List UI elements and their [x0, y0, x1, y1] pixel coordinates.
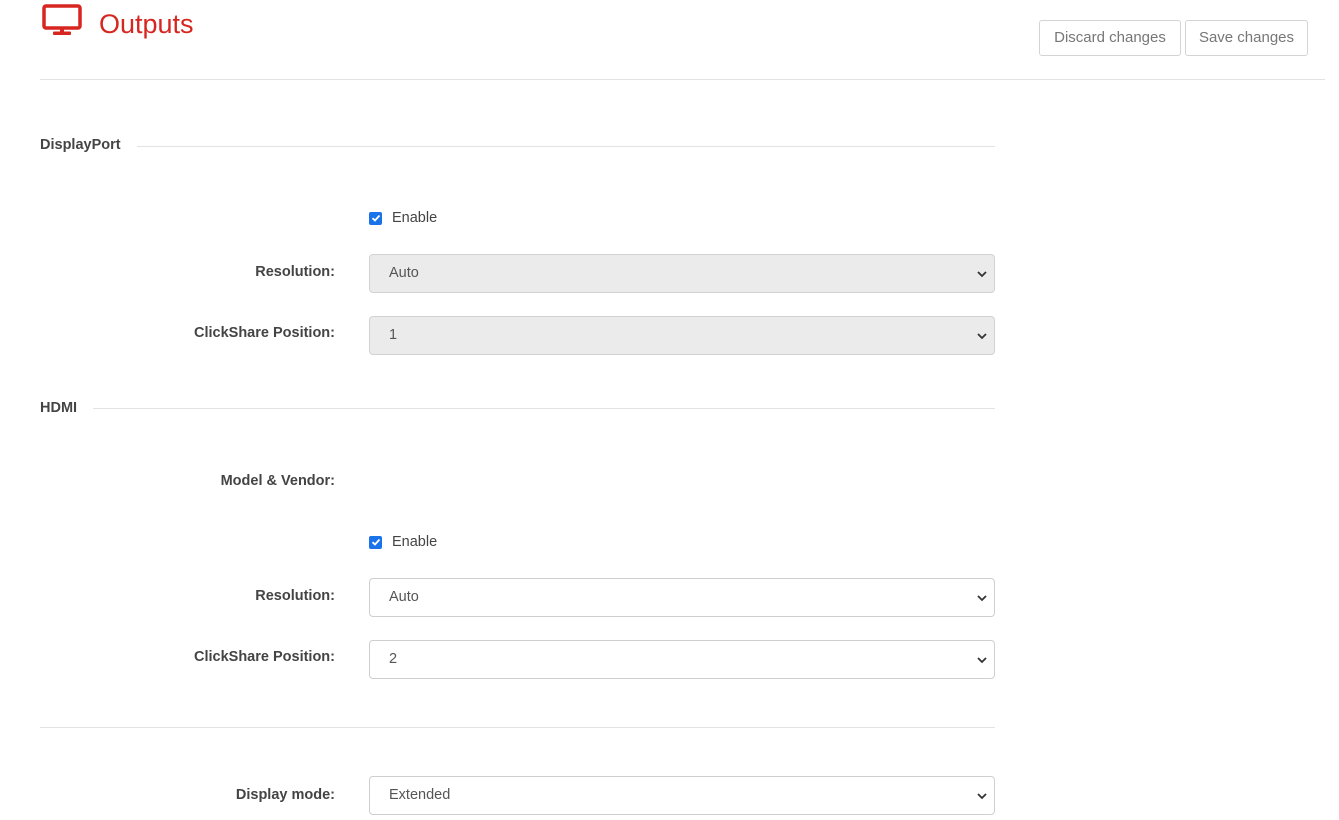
hdmi-position-value: 2: [389, 651, 398, 667]
displayport-position-select[interactable]: 1: [369, 316, 995, 355]
displayport-enable-checkbox[interactable]: [369, 211, 382, 225]
hdmi-divider: [40, 408, 995, 409]
hdmi-model-vendor-label: Model & Vendor:: [220, 473, 335, 489]
page-header: Outputs Discard changes Save changes: [0, 0, 1339, 80]
page-title: Outputs: [99, 9, 194, 39]
display-mode-label: Display mode:: [235, 787, 335, 803]
chevron-down-icon: [977, 333, 987, 340]
discard-changes-button[interactable]: Discard changes: [1039, 20, 1181, 56]
displayport-position-label: ClickShare Position:: [193, 325, 335, 341]
displayport-resolution-select[interactable]: Auto: [369, 254, 995, 293]
chevron-down-icon: [977, 793, 987, 800]
chevron-down-icon: [977, 595, 987, 602]
hdmi-position-label: ClickShare Position:: [193, 649, 335, 665]
displayport-enable-row[interactable]: Enable: [369, 208, 437, 228]
checkmark-icon: [371, 214, 380, 222]
hdmi-resolution-select[interactable]: Auto: [369, 578, 995, 617]
displayport-divider: [40, 146, 995, 147]
displayport-section-title: DisplayPort: [40, 136, 137, 154]
displayport-position-value: 1: [389, 327, 398, 343]
displayport-resolution-label: Resolution:: [255, 264, 335, 280]
display-mode-divider: [40, 727, 995, 728]
checkmark-icon: [371, 538, 380, 546]
hdmi-resolution-value: Auto: [389, 589, 419, 605]
displayport-resolution-value: Auto: [389, 265, 419, 281]
hdmi-resolution-label: Resolution:: [255, 588, 335, 604]
chevron-down-icon: [977, 271, 987, 278]
hdmi-position-select[interactable]: 2: [369, 640, 995, 679]
hdmi-enable-row[interactable]: Enable: [369, 532, 437, 552]
chevron-down-icon: [977, 657, 987, 664]
displayport-enable-label: Enable: [392, 210, 438, 226]
monitor-icon: [42, 4, 82, 35]
hdmi-enable-checkbox[interactable]: [369, 535, 382, 549]
display-mode-select[interactable]: Extended: [369, 776, 995, 815]
save-changes-button[interactable]: Save changes: [1185, 20, 1308, 56]
header-divider: [40, 79, 1325, 80]
display-mode-value: Extended: [389, 787, 451, 803]
hdmi-section-title: HDMI: [40, 399, 94, 417]
hdmi-enable-label: Enable: [392, 534, 438, 550]
